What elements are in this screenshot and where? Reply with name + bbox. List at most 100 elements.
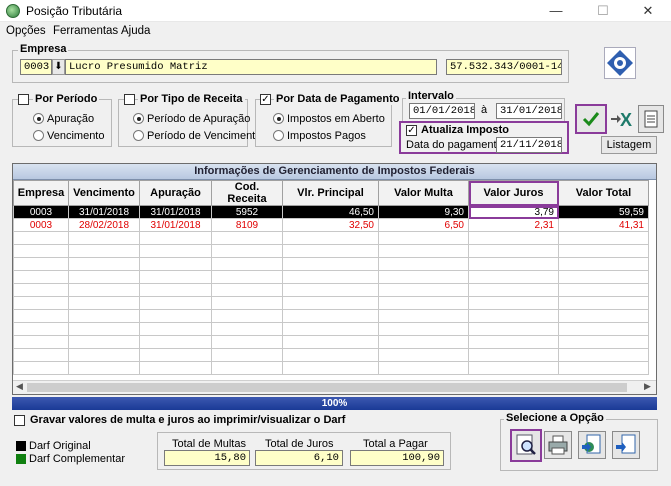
grid-title: Informações de Gerenciamento de Impostos… (13, 164, 656, 180)
download-icon: ⬇ (54, 61, 63, 72)
cell-vlr-principal: 46,50 (282, 205, 379, 219)
cell-cod-receita: 8109 (211, 218, 283, 232)
empty-row (13, 283, 649, 297)
data-pagamento-field-label: Data do pagamento: (406, 139, 506, 151)
intervalo-separator: à (481, 104, 488, 116)
document-arrow-icon (616, 434, 636, 454)
company-logo (604, 47, 636, 79)
intervalo-to-field[interactable]: 31/01/2018 (496, 103, 562, 119)
table-row[interactable]: 0003 31/01/2018 31/01/2018 5952 46,50 9,… (13, 205, 649, 219)
cell-valor-juros: 3,79 (468, 205, 559, 219)
tipo-label: Por Tipo de Receita (138, 93, 245, 105)
legend-complementar-label: Darf Complementar (29, 453, 125, 465)
document-icon (644, 110, 658, 128)
periodo-apuracao-radio[interactable] (133, 113, 144, 124)
empresa-cnpj-field: 57.532.343/0001-14 (446, 59, 562, 75)
document-export-icon (582, 434, 601, 454)
total-juros-label: Total de Juros (265, 438, 334, 450)
impostos-table: Empresa Vencimento Apuração Cod. Receita… (13, 180, 649, 375)
empresa-name-field[interactable]: Lucro Presumido Matriz (65, 59, 437, 75)
maximize-button[interactable]: ☐ (580, 0, 626, 22)
impostos-pagos-label: Impostos Pagos (287, 130, 366, 142)
cell-vlr-principal: 32,50 (282, 218, 379, 232)
listagem-button[interactable]: Listagem (601, 136, 657, 154)
data-pagamento-checkbox[interactable]: ✓ (260, 94, 271, 105)
col-cod-receita[interactable]: Cod. Receita (211, 180, 283, 206)
cell-valor-total: 41,31 (558, 218, 649, 232)
col-vlr-principal[interactable]: Vlr. Principal (282, 180, 379, 206)
empty-row (13, 309, 649, 323)
empty-row (13, 335, 649, 349)
menu-opcoes[interactable]: Opções (6, 25, 46, 37)
checkmark-icon (582, 112, 600, 127)
printer-icon (548, 435, 568, 455)
import-button[interactable] (612, 431, 640, 459)
empty-row (13, 361, 649, 375)
vencimento-radio[interactable] (33, 130, 44, 141)
empty-row (13, 296, 649, 310)
legend-swatch-complementar (16, 454, 26, 464)
impostos-pagos-radio[interactable] (273, 130, 284, 141)
scroll-left-icon[interactable]: ◀ (16, 381, 23, 392)
col-empresa[interactable]: Empresa (13, 180, 69, 206)
confirm-button[interactable] (575, 104, 607, 134)
cell-empresa: 0003 (13, 218, 69, 232)
impostos-aberto-label: Impostos em Aberto (287, 113, 385, 125)
horizontal-scrollbar[interactable]: ◀ ▶ (13, 380, 656, 394)
close-button[interactable]: ✕ (625, 0, 671, 22)
col-valor-juros[interactable]: Valor Juros (468, 180, 559, 206)
total-multas-field: 15,80 (164, 450, 250, 466)
col-vencimento[interactable]: Vencimento (68, 180, 140, 206)
apuracao-radio[interactable] (33, 113, 44, 124)
export-button[interactable] (578, 431, 606, 459)
empty-row (13, 322, 649, 336)
table-row[interactable]: 0003 28/02/2018 31/01/2018 8109 32,50 6,… (13, 218, 649, 232)
preview-button[interactable] (510, 429, 542, 462)
total-multas-label: Total de Multas (172, 438, 246, 450)
impostos-grid[interactable]: Informações de Gerenciamento de Impostos… (12, 163, 657, 395)
empresa-code-field[interactable]: 0003 (20, 59, 52, 75)
report-button[interactable] (638, 105, 664, 133)
menu-ajuda[interactable]: Ajuda (121, 25, 150, 37)
print-button[interactable] (544, 431, 572, 459)
scroll-thumb[interactable] (27, 383, 627, 392)
apuracao-label: Apuração (47, 113, 95, 125)
magnifier-icon (516, 434, 536, 455)
col-valor-total[interactable]: Valor Total (558, 180, 649, 206)
empty-row (13, 348, 649, 362)
total-juros-field: 6,10 (255, 450, 343, 466)
cell-valor-juros: 2,31 (468, 218, 559, 232)
gravar-checkbox[interactable] (14, 415, 25, 426)
empty-row (13, 257, 649, 271)
col-apuracao[interactable]: Apuração (139, 180, 212, 206)
legend-original-label: Darf Original (29, 440, 91, 452)
atualiza-checkbox[interactable]: ✓ (406, 125, 417, 136)
data-pagamento-field[interactable]: 21/11/2018 (496, 137, 562, 153)
progress-bar: 100% (12, 397, 657, 410)
col-valor-multa[interactable]: Valor Multa (378, 180, 469, 206)
minimize-button[interactable]: — (533, 0, 579, 22)
impostos-aberto-radio[interactable] (273, 113, 284, 124)
scroll-right-icon[interactable]: ▶ (644, 381, 651, 392)
periodo-vencimento-label: Período de Vencimento (147, 130, 262, 142)
export-excel-button[interactable]: X (608, 105, 636, 133)
empty-row (13, 231, 649, 245)
data-pagamento-label: Por Data de Pagamento (274, 93, 402, 105)
cell-valor-multa: 9,30 (378, 205, 469, 219)
periodo-checkbox[interactable] (18, 94, 29, 105)
cell-valor-multa: 6,50 (378, 218, 469, 232)
menu-ferramentas[interactable]: Ferramentas (53, 25, 118, 37)
total-pagar-label: Total a Pagar (363, 438, 428, 450)
window-title: Posição Tributária (26, 4, 123, 18)
cell-apuracao: 31/01/2018 (139, 205, 212, 219)
intervalo-from-field[interactable]: 01/01/2018 (409, 103, 475, 119)
table-header-row: Empresa Vencimento Apuração Cod. Receita… (13, 180, 649, 206)
periodo-apuracao-label: Período de Apuração (147, 113, 251, 125)
app-icon (6, 4, 20, 18)
cell-apuracao: 31/01/2018 (139, 218, 212, 232)
periodo-vencimento-radio[interactable] (133, 130, 144, 141)
tipo-checkbox[interactable] (124, 94, 135, 105)
empresa-lookup-button[interactable]: ⬇ (52, 59, 65, 75)
gravar-label: Gravar valores de multa e juros ao impri… (30, 414, 346, 426)
empresa-label: Empresa (18, 43, 69, 55)
